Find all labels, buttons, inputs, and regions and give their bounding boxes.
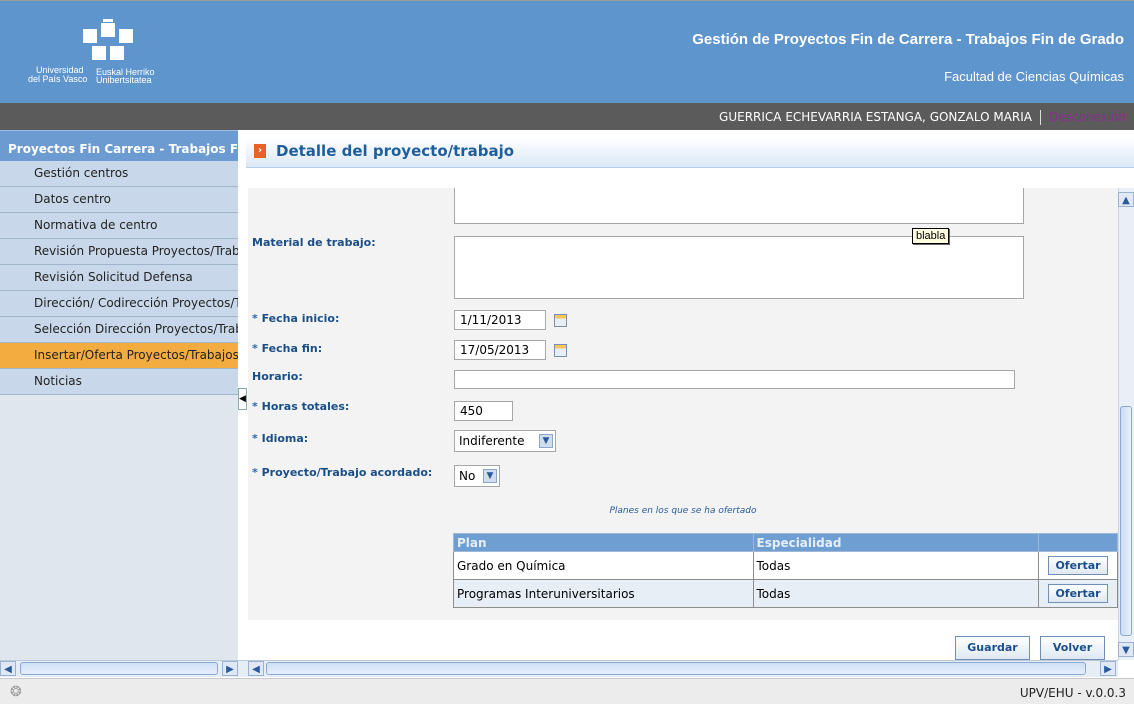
sidebar-item-revision-propuesta[interactable]: Revisión Propuesta Proyectos/Trabajos <box>0 239 238 265</box>
fecha-inicio-label: * Fecha inicio: <box>252 312 339 325</box>
required-mark: * <box>252 400 258 413</box>
required-mark: * <box>252 342 258 355</box>
action-cell: Ofertar <box>1038 551 1118 580</box>
horas-totales-label: * Horas totales: <box>252 400 349 413</box>
fecha-inicio-label-text: Fecha inicio: <box>261 312 340 325</box>
page-title: Detalle del proyecto/trabajo <box>276 142 515 160</box>
logout-link[interactable]: Desconexión <box>1049 110 1126 124</box>
acordado-selected-value: No <box>459 469 476 483</box>
required-mark: * <box>252 432 258 445</box>
project-form: Material de trabajo: * Fecha inicio: 1/1… <box>248 188 1118 620</box>
sidebar-scroll-right-icon[interactable]: ▶ <box>222 661 238 676</box>
collapse-sidebar-icon[interactable]: ◀ <box>238 388 247 410</box>
column-header-plan: Plan <box>453 533 754 552</box>
idioma-label-text: Idioma: <box>261 432 309 445</box>
plan-cell: Programas Interuniversitarios <box>453 579 754 608</box>
faculty-name: Facultad de Ciencias Químicas <box>944 69 1124 84</box>
user-name: GUERRICA ECHEVARRIA ESTANGA, GONZALO MAR… <box>719 110 1033 124</box>
tooltip: blabla <box>912 228 950 244</box>
sidebar-item-revision-defensa[interactable]: Revisión Solicitud Defensa <box>0 265 238 291</box>
university-logo: Universidad del País Vasco Euskal Herrik… <box>18 9 208 95</box>
column-header-especialidad: Especialidad <box>752 533 1040 552</box>
university-emblem-icon <box>83 19 133 60</box>
fecha-inicio-input[interactable]: 1/11/2013 <box>454 310 546 330</box>
sidebar-item-insertar-oferta[interactable]: Insertar/Oferta Proyectos/Trabajos <box>0 343 238 369</box>
acordado-select[interactable]: No ▼ <box>454 465 500 487</box>
description-textarea[interactable] <box>454 188 1024 224</box>
column-header-action <box>1038 533 1118 552</box>
save-button[interactable]: Guardar <box>955 636 1030 660</box>
app-title: Gestión de Proyectos Fin de Carrera - Tr… <box>692 31 1124 48</box>
fecha-fin-label-text: Fecha fin: <box>261 342 323 355</box>
arrow-right-icon: › <box>254 144 266 158</box>
fecha-fin-label: * Fecha fin: <box>252 342 322 355</box>
idioma-label: * Idioma: <box>252 432 308 445</box>
vertical-scroll-thumb[interactable] <box>1120 406 1132 636</box>
sidebar-item-direccion[interactable]: Dirección/ Codirección Proyectos/Trabajo… <box>0 291 238 317</box>
fecha-fin-input[interactable]: 17/05/2013 <box>454 340 546 360</box>
sidebar-item-datos-centro[interactable]: Datos centro <box>0 187 238 213</box>
version-label: UPV/EHU - v.0.0.3 <box>1019 686 1126 700</box>
planes-caption: Planes en los que se ha ofertado <box>609 506 757 516</box>
back-button[interactable]: Volver <box>1040 636 1105 660</box>
status-bar: ❂ UPV/EHU - v.0.0.3 <box>0 678 1134 704</box>
sidebar: Proyectos Fin Carrera - Trabajos Fin de … <box>0 130 238 660</box>
main-top-strip <box>246 130 1134 138</box>
acordado-label: * Proyecto/Trabajo acordado: <box>252 466 432 479</box>
table-header-row: Plan Especialidad <box>453 533 1118 552</box>
user-bar: GUERRICA ECHEVARRIA ESTANGA, GONZALO MAR… <box>0 103 1134 130</box>
sidebar-item-gestion-centros[interactable]: Gestión centros <box>0 161 238 187</box>
table-row: Programas Interuniversitarios Todas Ofer… <box>453 579 1118 608</box>
horizontal-scroll-thumb[interactable] <box>266 662 1086 675</box>
logo-text-eu-2: Unibertsitatea <box>96 75 152 85</box>
sidebar-header: Proyectos Fin Carrera - Trabajos Fin de … <box>0 130 238 161</box>
horas-totales-label-text: Horas totales: <box>261 400 350 413</box>
app-header: Universidad del País Vasco Euskal Herrik… <box>0 0 1134 103</box>
material-textarea[interactable] <box>454 236 1024 299</box>
chevron-down-icon: ▼ <box>539 434 553 448</box>
action-cell: Ofertar <box>1038 579 1118 608</box>
scroll-right-icon[interactable]: ▶ <box>1100 661 1116 676</box>
especialidad-cell: Todas <box>752 551 1040 580</box>
horario-input[interactable] <box>454 370 1015 389</box>
sidebar-scroll-left-icon[interactable]: ◀ <box>0 661 16 676</box>
horario-label: Horario: <box>252 370 303 383</box>
sidebar-scroll-thumb[interactable] <box>20 662 218 675</box>
sidebar-item-normativa[interactable]: Normativa de centro <box>0 213 238 239</box>
horas-totales-input[interactable]: 450 <box>454 401 513 421</box>
scroll-down-icon[interactable]: ▼ <box>1118 642 1134 657</box>
calendar-icon[interactable] <box>554 314 567 327</box>
loading-spinner-icon: ❂ <box>10 684 22 700</box>
userbar-separator <box>1040 110 1042 125</box>
idioma-selected-value: Indiferente <box>459 434 525 448</box>
sidebar-item-noticias[interactable]: Noticias <box>0 369 238 395</box>
scroll-up-icon[interactable]: ▲ <box>1118 192 1134 207</box>
content-title-bar: › Detalle del proyecto/trabajo <box>246 138 1134 168</box>
planes-table: Plan Especialidad Grado en Química Todas… <box>453 533 1118 608</box>
scroll-left-icon[interactable]: ◀ <box>248 661 264 676</box>
plan-cell: Grado en Química <box>453 551 754 580</box>
calendar-icon[interactable] <box>554 344 567 357</box>
idioma-select[interactable]: Indiferente ▼ <box>454 430 556 452</box>
logo-text-es-2: del País Vasco <box>28 74 88 84</box>
ofertar-button[interactable]: Ofertar <box>1048 556 1108 575</box>
required-mark: * <box>252 466 258 479</box>
material-label: Material de trabajo: <box>252 236 376 249</box>
especialidad-cell: Todas <box>752 579 1040 608</box>
table-row: Grado en Química Todas Ofertar <box>453 551 1118 580</box>
required-mark: * <box>252 312 258 325</box>
sidebar-item-seleccion-direccion[interactable]: Selección Dirección Proyectos/Trabajos <box>0 317 238 343</box>
chevron-down-icon: ▼ <box>483 469 497 483</box>
acordado-label-text: Proyecto/Trabajo acordado: <box>261 466 433 479</box>
ofertar-button[interactable]: Ofertar <box>1048 584 1108 603</box>
